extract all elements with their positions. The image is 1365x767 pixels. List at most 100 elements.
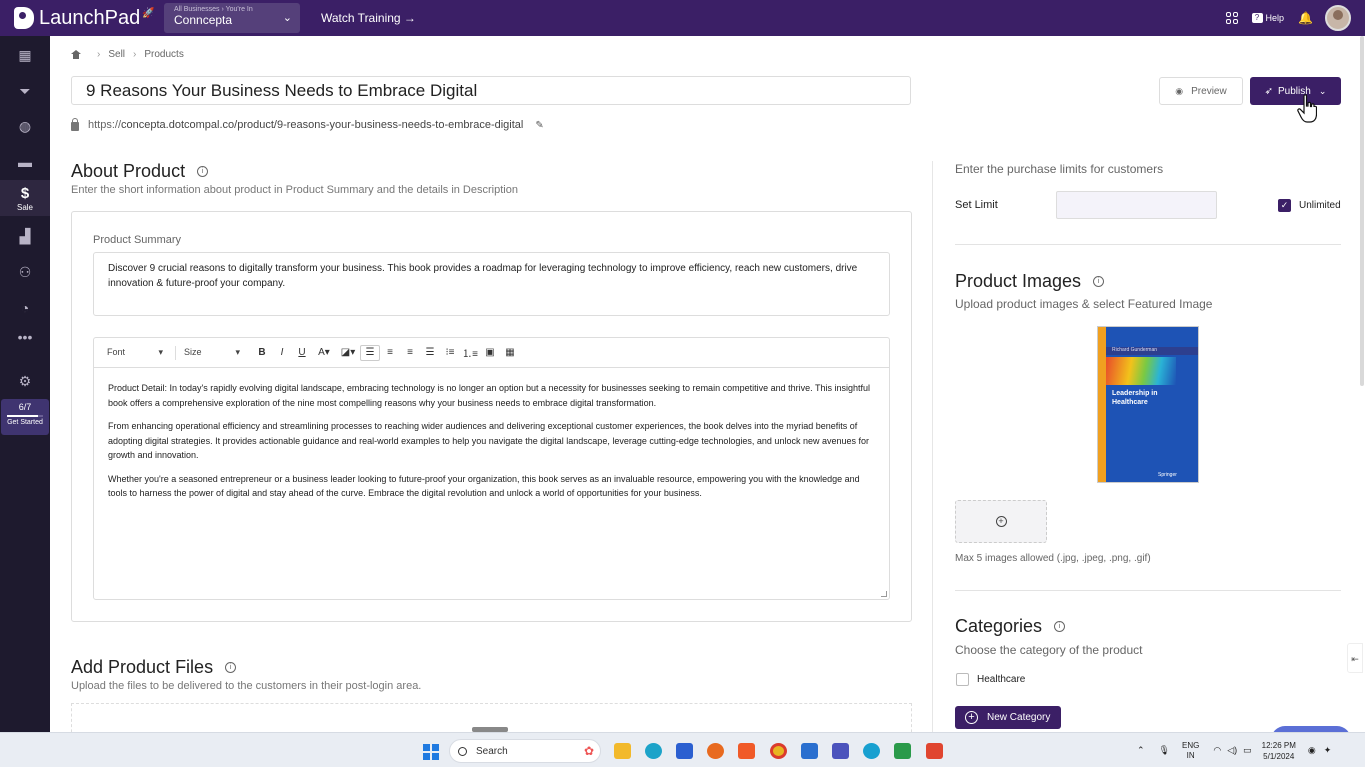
set-limit-input[interactable]: [1056, 191, 1217, 219]
numbered-list-icon[interactable]: ⒈≡: [460, 345, 480, 361]
breadcrumb-sell[interactable]: Sell: [108, 49, 125, 60]
breadcrumb-products[interactable]: Products: [144, 49, 183, 60]
product-title-input[interactable]: 9 Reasons Your Business Needs to Embrace…: [71, 76, 911, 105]
taskbar-search[interactable]: Search ✿: [449, 739, 601, 763]
get-started-progress[interactable]: 6/7 Get Started: [1, 399, 49, 435]
firefox-icon[interactable]: [707, 743, 724, 759]
search-highlight-icon: ✿: [583, 744, 594, 758]
featured-product-image[interactable]: Richard Gunderman Leadership in Healthca…: [1097, 326, 1199, 483]
battery-icon[interactable]: ▭: [1243, 745, 1252, 756]
book-title-line-2: Healthcare: [1112, 399, 1148, 406]
page-scrollbar[interactable]: [1360, 36, 1364, 386]
table-icon[interactable]: ▦: [500, 345, 520, 361]
align-right-icon[interactable]: ≡: [400, 345, 420, 361]
underline-icon[interactable]: U: [292, 345, 312, 361]
about-product-subtitle: Enter the short information about produc…: [71, 184, 518, 196]
new-category-button[interactable]: + New Category: [955, 706, 1061, 729]
publish-button[interactable]: ➶ Publish ⌄: [1250, 77, 1341, 105]
book-cover-art: [1106, 357, 1176, 385]
bold-icon[interactable]: B: [252, 345, 272, 361]
highlight-color-icon[interactable]: ◪▾: [336, 345, 360, 361]
users-icon[interactable]: ⚇: [0, 255, 50, 289]
dashboard-icon[interactable]: ▦: [0, 38, 50, 72]
add-product-files-subtitle: Upload the files to be delivered to the …: [71, 680, 422, 692]
brave-icon[interactable]: [738, 743, 755, 759]
add-image-button[interactable]: +: [955, 500, 1047, 543]
sidebar-item-sale[interactable]: $ Sale: [0, 180, 50, 216]
text-color-icon[interactable]: A▾: [312, 345, 336, 361]
align-left-icon[interactable]: ☰: [360, 344, 380, 361]
italic-icon[interactable]: I: [272, 345, 292, 361]
file-explorer-icon[interactable]: [614, 743, 631, 759]
windows-start-icon[interactable]: [423, 744, 439, 760]
edit-url-icon[interactable]: ✎: [535, 120, 543, 131]
main-content: › Sell › Products 9 Reasons Your Busines…: [50, 36, 1363, 746]
info-icon[interactable]: i: [197, 166, 209, 177]
bell-icon[interactable]: 🔔: [1298, 11, 1313, 25]
apps-grid-icon[interactable]: [1225, 12, 1238, 24]
info-icon[interactable]: i: [1093, 276, 1105, 287]
product-summary-input[interactable]: Discover 9 crucial reasons to digitally …: [93, 252, 890, 316]
align-justify-icon[interactable]: ☰: [420, 345, 440, 361]
analytics-icon[interactable]: ▟: [0, 219, 50, 253]
more-icon[interactable]: •••: [0, 320, 50, 354]
sidebar: ▦ ⏷ ◍ ▬ $ Sale ▟ ⚇ ◔ ••• ⚙ 6/7 Get Start…: [0, 36, 50, 732]
breadcrumb-separator: ›: [97, 49, 101, 60]
teams-icon[interactable]: [832, 743, 849, 759]
preview-button[interactable]: ◉ Preview: [1159, 77, 1243, 105]
align-center-icon[interactable]: ≡: [380, 345, 400, 361]
chrome-icon[interactable]: [770, 743, 787, 759]
language-indicator[interactable]: ENG IN: [1182, 741, 1199, 761]
funnel-icon[interactable]: ⏷: [0, 74, 50, 108]
lang-line-1: ENG: [1181, 740, 1200, 750]
clock[interactable]: 12:26 PM 5/1/2024: [1262, 740, 1296, 762]
globe-icon[interactable]: ◍: [0, 109, 50, 143]
collapse-panel-icon[interactable]: ⇤: [1347, 643, 1363, 673]
eye-icon: ◉: [1175, 85, 1184, 96]
bullet-list-icon[interactable]: ⁝≡: [440, 345, 460, 361]
notification-icon[interactable]: ◉: [1308, 745, 1316, 756]
edge-icon[interactable]: [645, 743, 662, 759]
about-title-text: About Product: [71, 161, 186, 181]
user-avatar[interactable]: [1325, 5, 1351, 31]
green-app-icon[interactable]: [894, 743, 911, 759]
notepad-icon[interactable]: [801, 743, 818, 759]
launchpad-logo[interactable]: LaunchPad 🚀: [14, 7, 159, 30]
unlimited-checkbox[interactable]: ✓: [1278, 199, 1291, 212]
description-text[interactable]: Product Detail: In today's rapidly evolv…: [94, 368, 889, 501]
lock-icon: [71, 118, 79, 131]
book-title-line-1: Leadership in: [1112, 390, 1158, 397]
gear-icon[interactable]: ⚙: [0, 364, 50, 398]
editor-toolbar: Font ▾ Size ▾ B I U A▾ ◪▾ ☰ ≡ ≡ ☰ ⁝≡ ⒈≡: [94, 338, 889, 368]
volume-icon[interactable]: ◁): [1227, 745, 1237, 756]
categories-subtitle: Choose the category of the product: [955, 643, 1143, 657]
business-switcher[interactable]: All Businesses › You're In Conncepta ⌄: [164, 3, 300, 33]
red-app-icon[interactable]: [926, 743, 943, 759]
help-label: Help: [1265, 13, 1285, 23]
info-icon[interactable]: i: [1054, 621, 1066, 632]
product-summary-label: Product Summary: [93, 234, 182, 246]
edge-dev-icon[interactable]: [863, 743, 880, 759]
watch-training-link[interactable]: Watch Training →: [321, 11, 416, 25]
description-editor: Font ▾ Size ▾ B I U A▾ ◪▾ ☰ ≡ ≡ ☰ ⁝≡ ⒈≡: [93, 337, 890, 600]
image-icon[interactable]: ▣: [480, 345, 500, 361]
plus-icon: +: [995, 516, 1007, 527]
size-select[interactable]: Size ▾: [184, 347, 240, 358]
top-navigation-bar: LaunchPad 🚀 All Businesses › You're In C…: [0, 0, 1365, 36]
store-icon[interactable]: [676, 743, 693, 759]
help-button[interactable]: ? Help: [1251, 13, 1285, 23]
lang-line-2: IN: [1186, 750, 1195, 760]
copilot-icon[interactable]: ✦: [1324, 745, 1332, 756]
video-icon[interactable]: ▬: [0, 145, 50, 179]
home-icon[interactable]: [71, 50, 81, 59]
category-checkbox-healthcare[interactable]: [956, 673, 969, 686]
purchase-limits-heading: Enter the purchase limits for customers: [955, 162, 1164, 176]
chevron-up-icon[interactable]: ⌃: [1137, 745, 1145, 756]
wifi-icon[interactable]: ◠: [1213, 745, 1221, 756]
font-select[interactable]: Font ▾: [107, 347, 163, 358]
microphone-icon[interactable]: 🎙: [1159, 745, 1170, 756]
info-icon[interactable]: i: [225, 662, 237, 673]
system-tray: ⌃ 🎙 ENG IN ◠ ◁) ▭ 12:26 PM 5/1/2024 ◉ ✦: [1137, 733, 1331, 767]
column-divider: [932, 161, 933, 732]
resize-handle[interactable]: [881, 591, 887, 597]
